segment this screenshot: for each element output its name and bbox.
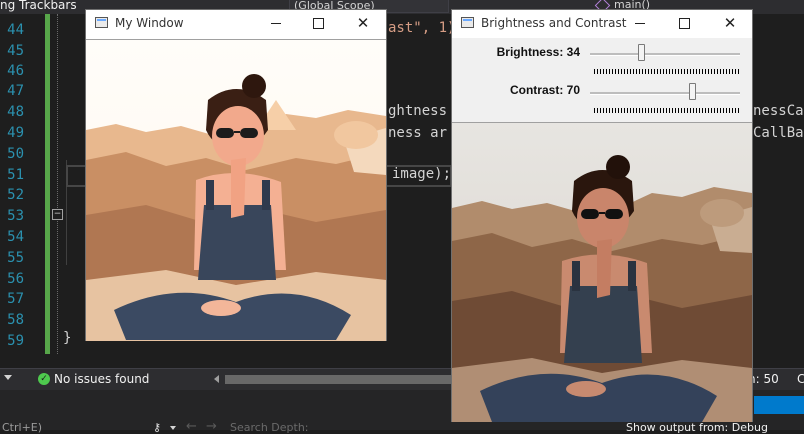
closing-brace: }: [63, 330, 72, 346]
close-icon: ✕: [356, 14, 370, 32]
trackbar-panel: Brightness: 34 Contrast: 70: [452, 38, 752, 122]
line-number-gutter: 44 45 46 47 48 49 50 51 52 53 54 55 56 5…: [0, 14, 46, 368]
forward-arrow-icon[interactable]: →: [206, 419, 217, 434]
outline-line: [57, 14, 58, 354]
brightness-track[interactable]: [590, 53, 740, 56]
contrast-track[interactable]: [590, 92, 740, 95]
line-number: 45: [7, 43, 24, 59]
code-fragment: nessCa: [753, 103, 804, 119]
window-titlebar[interactable]: My Window ✕: [86, 10, 386, 38]
maximize-button[interactable]: [308, 13, 328, 33]
line-number: 50: [7, 146, 24, 162]
key-icon[interactable]: ⚷: [153, 421, 161, 434]
scroll-left-icon[interactable]: [214, 375, 219, 383]
minimize-button[interactable]: [266, 13, 286, 33]
search-depth-label: Search Depth:: [230, 421, 309, 434]
column-indicator: C: [797, 372, 804, 386]
code-fragment: ghtness: [388, 103, 448, 119]
line-number: 52: [7, 187, 24, 203]
brightness-ticks: [594, 69, 740, 74]
change-tracking-bar: [45, 14, 50, 354]
contrast-ticks: [594, 108, 740, 113]
photo-adjusted: [452, 123, 752, 422]
code-fragment: ness ar: [388, 125, 448, 141]
maximize-icon: [313, 18, 324, 29]
panel-accent-strip: [754, 396, 804, 414]
ide-document-tab[interactable]: ng Trackbars: [0, 0, 77, 12]
minimize-icon: [271, 23, 281, 24]
line-number: 58: [7, 312, 24, 328]
issues-status[interactable]: No issues found: [54, 372, 149, 386]
maximize-button[interactable]: [674, 13, 694, 33]
window-title: My Window: [115, 16, 184, 30]
code-fragment: CallBa: [753, 125, 804, 141]
line-number: 48: [7, 104, 24, 120]
line-number: 46: [7, 63, 24, 79]
brightness-contrast-window: Brightness and Contrast ✕ Brightness: 34…: [451, 9, 753, 422]
close-icon: ✕: [723, 14, 737, 32]
code-fragment: image);: [392, 166, 452, 182]
check-circle-icon: ✓: [38, 373, 50, 385]
line-number: 51: [7, 167, 24, 183]
brightness-slider-thumb[interactable]: [637, 44, 645, 61]
window-title: Brightness and Contrast: [481, 16, 627, 30]
output-source-label: Show output from: Debug: [626, 421, 768, 434]
close-button[interactable]: ✕: [353, 13, 373, 33]
line-number: 56: [7, 271, 24, 287]
horizontal-scrollbar[interactable]: [225, 375, 453, 384]
chevron-down-icon[interactable]: [170, 426, 176, 430]
collapse-icon[interactable]: −: [52, 209, 63, 220]
contrast-label: Contrast: 70: [509, 83, 580, 97]
line-number: 57: [7, 291, 24, 307]
maximize-icon: [679, 18, 690, 29]
minimize-button[interactable]: [630, 13, 650, 33]
search-shortcut-hint: Ctrl+E): [2, 421, 43, 434]
close-button[interactable]: ✕: [720, 13, 740, 33]
image-display: [86, 39, 386, 341]
line-number: 49: [7, 125, 24, 141]
contrast-slider-thumb[interactable]: [689, 83, 697, 100]
chevron-down-icon[interactable]: [4, 375, 12, 380]
photo-bright: [86, 40, 386, 341]
my-window: My Window ✕: [85, 9, 387, 341]
minimize-icon: [635, 23, 645, 24]
window-app-icon: [461, 17, 474, 28]
window-titlebar[interactable]: Brightness and Contrast ✕: [452, 10, 752, 38]
brightness-label: Brightness: 34: [496, 45, 580, 59]
window-app-icon: [95, 17, 108, 28]
line-number: 44: [7, 22, 24, 38]
image-display: [452, 122, 752, 422]
back-arrow-icon[interactable]: ←: [186, 419, 197, 434]
line-number: 59: [7, 333, 24, 349]
line-number: 53: [7, 208, 24, 224]
line-number: 47: [7, 83, 24, 99]
line-number: 54: [7, 229, 24, 245]
line-number: 55: [7, 250, 24, 266]
